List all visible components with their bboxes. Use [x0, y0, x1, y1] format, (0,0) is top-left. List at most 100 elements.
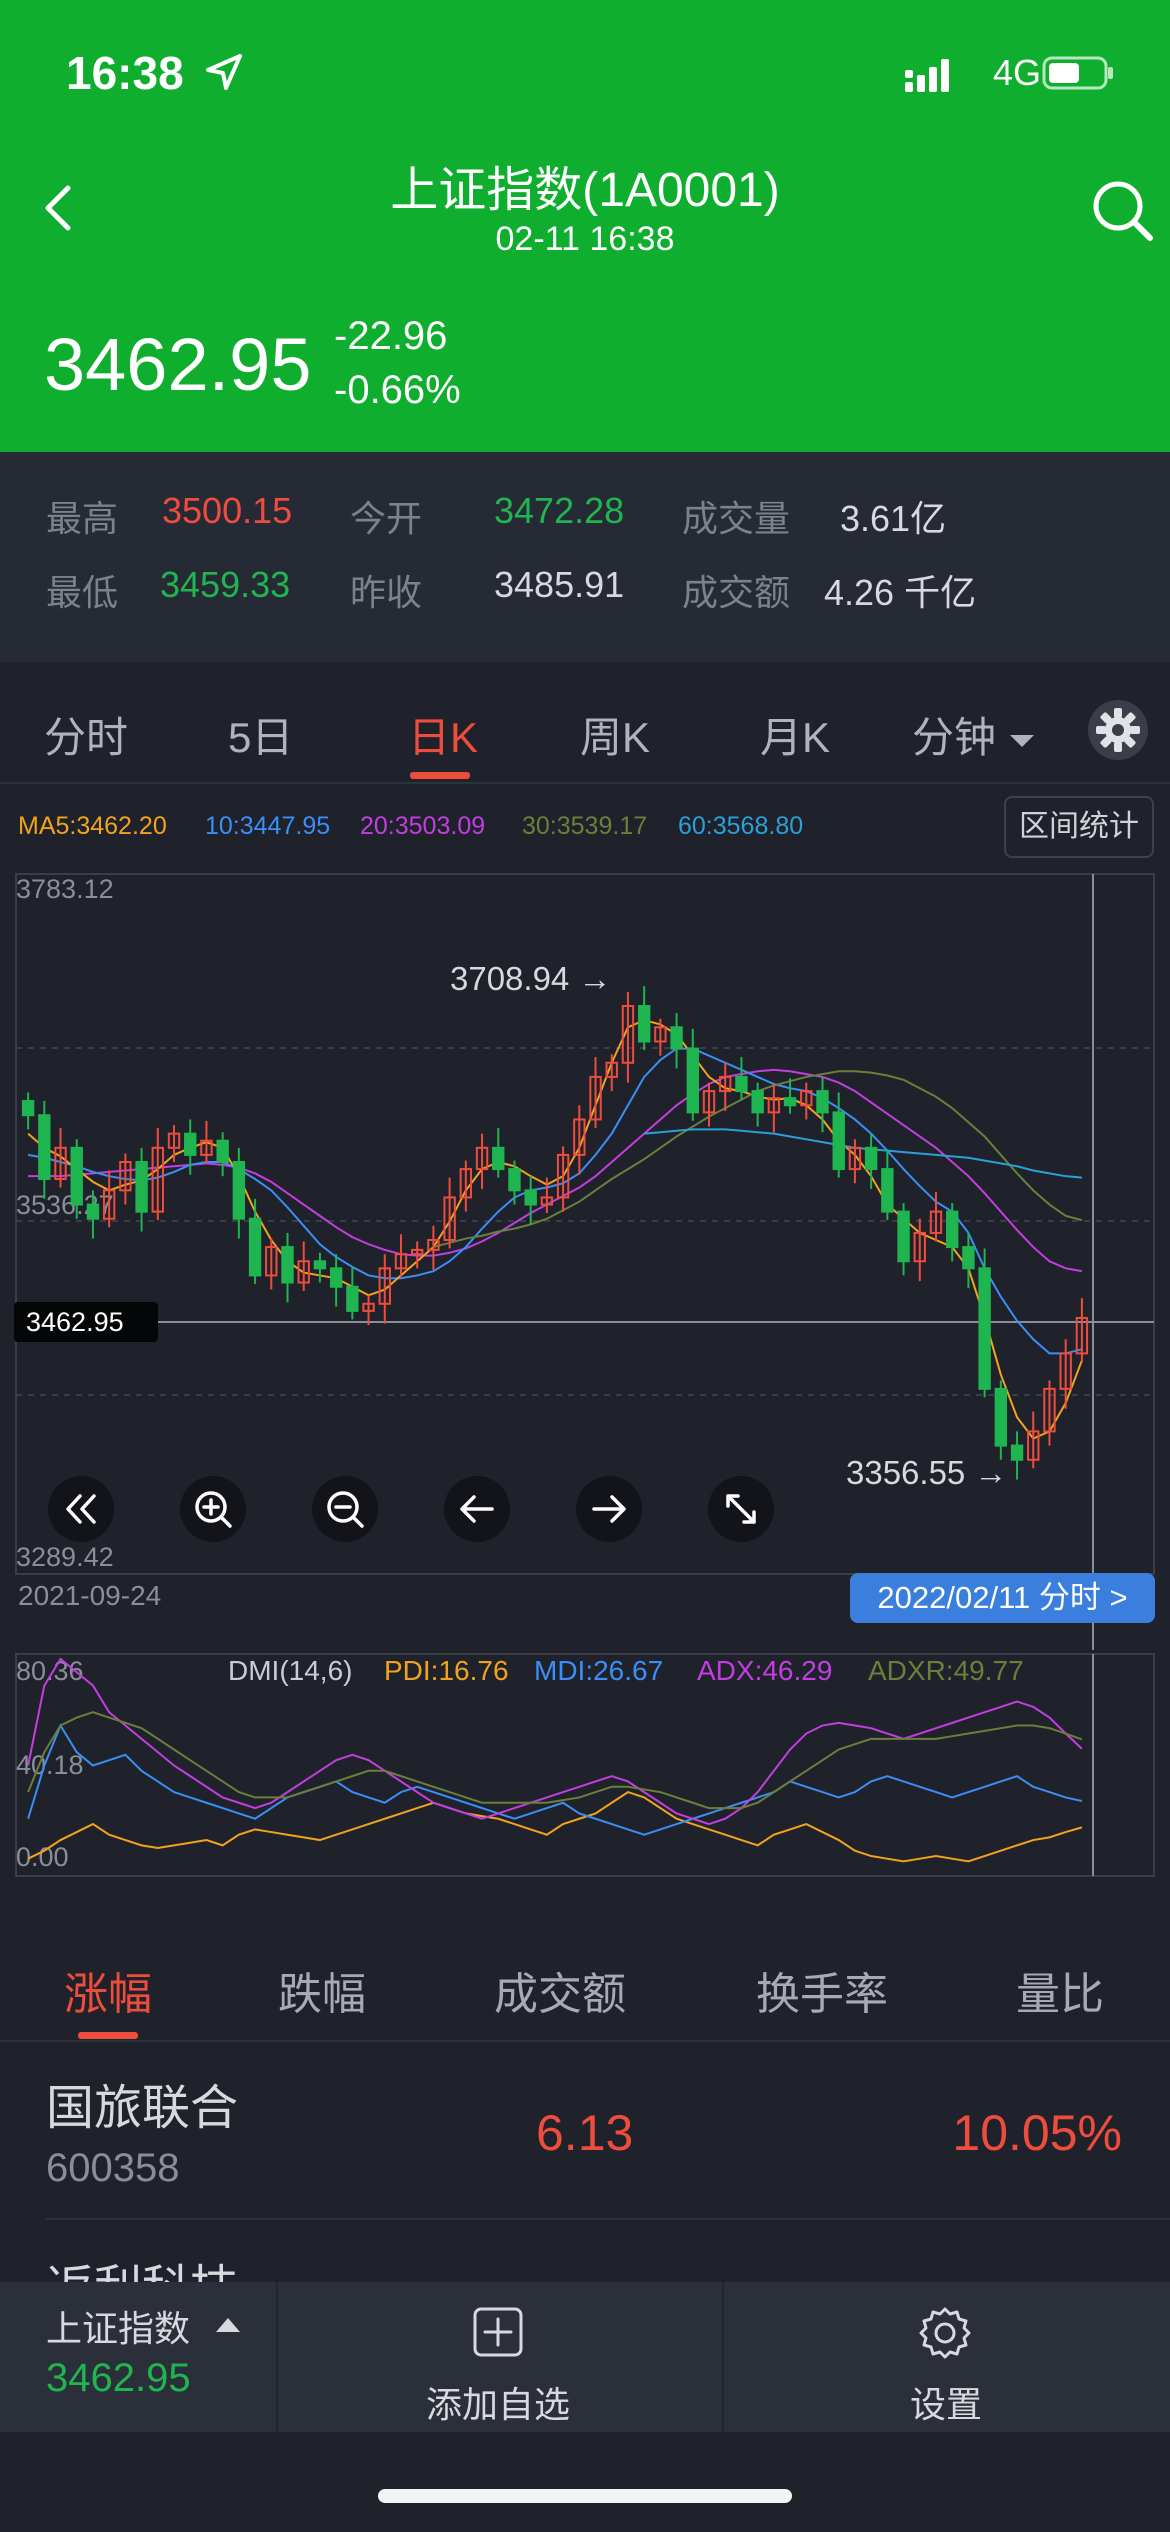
settings-button[interactable]: 设置	[846, 2376, 1046, 2428]
candle-body	[686, 1047, 699, 1114]
candle-body	[962, 1246, 975, 1270]
candle-body	[994, 1387, 1008, 1447]
rank-tab-underline	[78, 2032, 138, 2039]
candlestick	[994, 1380, 1008, 1460]
candlestick	[686, 1028, 699, 1121]
caret-up-icon[interactable]	[216, 2318, 240, 2332]
candle-body	[248, 1217, 262, 1277]
candle-body	[735, 1075, 748, 1093]
candlestick	[897, 1203, 910, 1276]
adxr-legend: ADXR:49.77	[868, 1655, 1024, 1686]
candlestick	[978, 1248, 991, 1398]
low-marker: 3356.55 →	[846, 1454, 1007, 1491]
candle-body	[881, 1168, 894, 1213]
candle-body	[897, 1210, 910, 1263]
range-statistics-button[interactable]: 区间统计	[1004, 796, 1154, 858]
candlestick	[637, 986, 651, 1050]
add-square-icon[interactable]	[472, 2306, 524, 2358]
candle-body	[864, 1146, 878, 1171]
candle-body	[1010, 1444, 1024, 1461]
tab-volume-ratio[interactable]: 量比	[1016, 1958, 1104, 2022]
candle-body	[313, 1260, 327, 1270]
pdi-line	[27, 1791, 1083, 1863]
tab-turnover-amount[interactable]: 成交额	[494, 1958, 626, 2022]
toolbar-separator	[722, 2282, 724, 2432]
intraday-date-chip[interactable]: 2022/02/11 分时 >	[850, 1573, 1155, 1623]
stock-change-percent: 10.05%	[952, 2105, 1122, 2161]
tab-gainers[interactable]: 涨幅	[64, 1958, 152, 2022]
candle-body	[232, 1160, 246, 1220]
candle-body	[21, 1100, 35, 1117]
candle-body	[524, 1189, 537, 1206]
candlestick	[475, 1133, 489, 1189]
dmi-lines	[27, 1657, 1083, 1863]
candle-body	[329, 1267, 343, 1288]
candlestick	[151, 1127, 164, 1221]
candlestick	[167, 1125, 181, 1162]
tab-turnover-rate[interactable]: 换手率	[756, 1958, 888, 2022]
arrow-left-icon[interactable]	[444, 1476, 510, 1542]
candlestick	[783, 1078, 797, 1114]
tab-losers[interactable]: 跌幅	[278, 1958, 366, 2022]
candle-body	[216, 1139, 229, 1163]
candle-body	[783, 1097, 797, 1107]
candle-body	[281, 1246, 294, 1284]
adxr-line	[27, 1711, 1083, 1810]
fullscreen-expand-icon[interactable]	[708, 1476, 774, 1542]
candlestick	[800, 1082, 813, 1120]
zoom-in-icon[interactable]	[180, 1476, 246, 1542]
stock-code: 600358	[46, 2146, 180, 2190]
mdi-line	[27, 1723, 1083, 1836]
candlestick	[881, 1149, 894, 1221]
candle-body	[816, 1090, 829, 1114]
candle-body	[670, 1026, 683, 1050]
candle-body	[184, 1132, 197, 1156]
candlestick	[670, 1013, 683, 1069]
candlestick	[427, 1225, 440, 1270]
toolbar-separator	[276, 2282, 278, 2432]
candlestick	[913, 1218, 926, 1282]
settings-gear-icon[interactable]	[916, 2304, 974, 2362]
candle-body	[70, 1146, 83, 1206]
y-tick-bottom: 3289.42	[16, 1542, 114, 1572]
candlestick	[216, 1132, 229, 1177]
candlestick	[508, 1160, 521, 1205]
home-indicator	[378, 2489, 792, 2503]
candlestick	[248, 1198, 262, 1284]
candlestick	[265, 1238, 278, 1290]
candlestick	[378, 1254, 391, 1324]
index-switcher-price: 3462.95	[46, 2356, 191, 2400]
ma5-legend: MA5:3462.20	[18, 812, 167, 840]
rank-divider	[0, 2040, 1170, 2042]
ma20-legend: 20:3503.09	[360, 812, 485, 840]
rewind-double-chevron-icon[interactable]	[48, 1476, 114, 1542]
candlestick	[1010, 1431, 1024, 1480]
candle-body	[946, 1210, 959, 1249]
candlestick	[54, 1127, 67, 1188]
candlestick	[362, 1295, 375, 1326]
candlestick	[38, 1101, 51, 1199]
zoom-out-icon[interactable]	[312, 1476, 378, 1542]
row-divider	[46, 2218, 1170, 2220]
candle-body	[751, 1090, 764, 1114]
index-switcher-label[interactable]: 上证指数	[46, 2300, 190, 2352]
crosshair-value: 3462.95	[26, 1307, 124, 1337]
candle-body	[832, 1111, 845, 1171]
dmi-tick-top: 80.36	[16, 1656, 84, 1686]
y-tick-top: 3783.12	[16, 874, 114, 904]
candlestick	[492, 1127, 505, 1178]
adx-legend: ADX:46.29	[697, 1655, 832, 1686]
candlestick	[329, 1254, 343, 1307]
add-watchlist-button[interactable]: 添加自选	[400, 2376, 596, 2428]
candle-body	[38, 1114, 51, 1181]
start-date-label: 2021-09-24	[18, 1580, 161, 1611]
candle-body	[86, 1203, 100, 1220]
candlestick	[1043, 1380, 1056, 1446]
stock-name: 国旅联合	[46, 2082, 239, 2135]
ma-lines	[27, 1019, 1083, 1440]
mdi-legend: MDI:26.67	[534, 1655, 663, 1686]
candlestick	[1075, 1298, 1089, 1362]
arrow-right-icon[interactable]	[576, 1476, 642, 1542]
candle-body	[508, 1168, 521, 1192]
candle-body	[637, 1005, 651, 1043]
